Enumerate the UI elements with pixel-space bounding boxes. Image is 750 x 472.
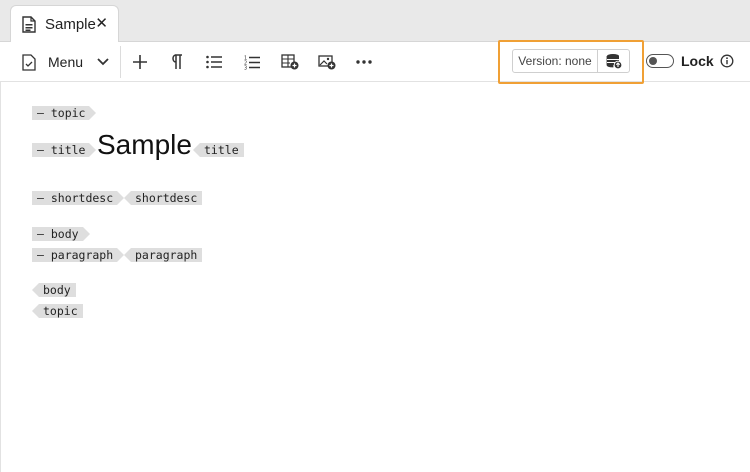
numbered-list-icon: 1 2 3 xyxy=(244,55,260,70)
version-history-button[interactable] xyxy=(597,49,630,73)
tab-strip: Sample ✕ xyxy=(0,0,750,43)
paragraph-close-tag[interactable]: paragraph xyxy=(123,248,203,262)
more-icon xyxy=(356,60,372,64)
plus-icon xyxy=(133,55,147,69)
edit-doc-icon xyxy=(22,53,36,71)
more-button[interactable] xyxy=(350,42,378,82)
insert-image-button[interactable] xyxy=(313,42,341,82)
pilcrow-icon xyxy=(172,54,182,69)
insert-table-button[interactable] xyxy=(276,42,304,82)
bullet-list-icon xyxy=(206,55,222,69)
lock-toggle[interactable] xyxy=(646,54,674,68)
paragraph-button[interactable] xyxy=(163,42,191,82)
insert-image-icon xyxy=(318,55,336,70)
body-close-tag[interactable]: body xyxy=(32,283,76,297)
svg-text:3: 3 xyxy=(244,65,247,70)
toolbar-separator xyxy=(120,46,121,78)
topic-close-tag[interactable]: topic xyxy=(32,304,83,318)
tab-title: Sample xyxy=(45,16,96,33)
insert-element-button[interactable] xyxy=(126,42,154,82)
insert-table-icon xyxy=(281,54,299,70)
bullet-list-button[interactable] xyxy=(200,42,228,82)
title-text[interactable]: Sample xyxy=(97,129,192,161)
document-icon xyxy=(22,16,36,33)
lock-label: Lock xyxy=(681,53,714,69)
title-close-tag[interactable]: title xyxy=(193,143,244,157)
title-open-tag[interactable]: — title xyxy=(32,143,97,157)
paragraph-open-tag[interactable]: — paragraph xyxy=(32,248,125,262)
body-open-tag[interactable]: — body xyxy=(32,227,90,241)
menu-button[interactable]: Menu xyxy=(14,42,114,82)
lock-toggle-knob xyxy=(649,56,657,65)
shortdesc-open-tag[interactable]: — shortdesc xyxy=(32,191,125,205)
editor-canvas[interactable]: — topic — title Sample title — shortdesc… xyxy=(0,82,750,472)
tab-sample[interactable]: Sample ✕ xyxy=(10,5,119,43)
chevron-down-icon xyxy=(97,58,109,66)
shortdesc-close-tag[interactable]: shortdesc xyxy=(123,191,203,205)
version-button[interactable]: Version: none xyxy=(512,49,598,73)
topic-open-tag[interactable]: — topic xyxy=(32,106,97,120)
database-upload-icon xyxy=(606,54,622,69)
close-tab-icon[interactable]: ✕ xyxy=(95,14,108,32)
info-icon[interactable] xyxy=(720,54,734,68)
numbered-list-button[interactable]: 1 2 3 xyxy=(238,42,266,82)
menu-label: Menu xyxy=(48,54,84,70)
